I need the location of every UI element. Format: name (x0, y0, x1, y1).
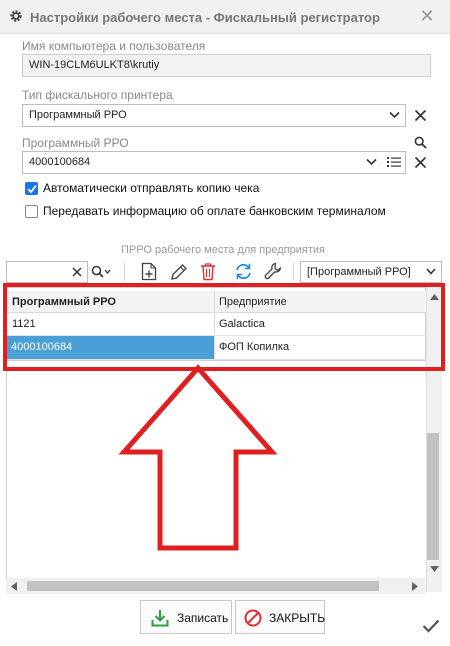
window-title: Настройки рабочего места - Фискальный ре… (30, 10, 380, 25)
scroll-left-arrow-icon[interactable] (11, 582, 17, 591)
prro-filter-select[interactable]: [Программный РРО] (300, 261, 442, 283)
vertical-scroll-thumb[interactable] (427, 433, 439, 560)
delete-trash-icon[interactable] (200, 262, 216, 281)
checkmark-icon (422, 619, 440, 633)
bank-terminal-checkbox[interactable] (25, 205, 38, 218)
chevron-down-icon[interactable] (389, 111, 400, 119)
close-button-label: ЗАКРЫТЬ (269, 611, 326, 625)
toolbar-divider (293, 263, 294, 281)
scroll-down-arrow-icon[interactable] (430, 566, 439, 572)
auto-send-checkbox[interactable] (25, 182, 38, 195)
gear-icon (10, 10, 22, 22)
check-icon (27, 184, 37, 194)
list-icon[interactable] (387, 156, 401, 168)
highlight-frame (3, 283, 445, 371)
clear-prro-icon[interactable] (414, 156, 427, 169)
prro-value: 4000100684 (29, 156, 91, 168)
prro-label: Программный РРО (22, 136, 129, 150)
highlight-arrow-icon (118, 364, 278, 551)
horizontal-scroll-thumb[interactable] (27, 581, 379, 591)
save-button-label: Записать (177, 611, 229, 625)
search-icon[interactable] (414, 136, 427, 149)
printer-type-label: Тип фискального принтера (22, 88, 173, 102)
prro-filter-value: [Программный РРО] (307, 266, 411, 278)
clear-search-icon[interactable] (72, 267, 82, 277)
printer-type-value: Программный РРО (29, 109, 127, 121)
toolbar-divider (124, 263, 125, 281)
search-dropdown-icon[interactable] (91, 265, 111, 279)
section-title: ПРРО рабочего места для предприятия (121, 244, 325, 256)
wrench-icon[interactable] (264, 262, 282, 281)
prro-select[interactable]: 4000100684 (22, 151, 406, 174)
scroll-right-arrow-icon[interactable] (412, 582, 418, 591)
computer-user-field: WIN-19CLM6ULKT8\krutiy (22, 54, 431, 77)
clear-printer-type-icon[interactable] (414, 109, 427, 122)
close-button[interactable]: ЗАКРЫТЬ (235, 600, 325, 634)
window-close-button[interactable]: ✕ (418, 7, 436, 25)
printer-type-select[interactable]: Программный РРО (22, 104, 406, 127)
refresh-icon[interactable] (234, 262, 253, 281)
bank-terminal-label: Передавать информацию об оплате банковск… (43, 204, 386, 218)
chevron-down-icon[interactable] (426, 268, 436, 275)
computer-user-label: Имя компьютера и пользователя (22, 39, 206, 53)
chevron-down-icon[interactable] (366, 158, 377, 166)
download-icon (151, 610, 169, 627)
edit-pencil-icon[interactable] (170, 263, 188, 281)
cancel-icon (244, 609, 262, 627)
auto-send-label: Автоматически отправлять копию чека (43, 181, 260, 195)
add-record-icon[interactable] (141, 262, 157, 281)
save-button[interactable]: Записать (140, 600, 232, 634)
